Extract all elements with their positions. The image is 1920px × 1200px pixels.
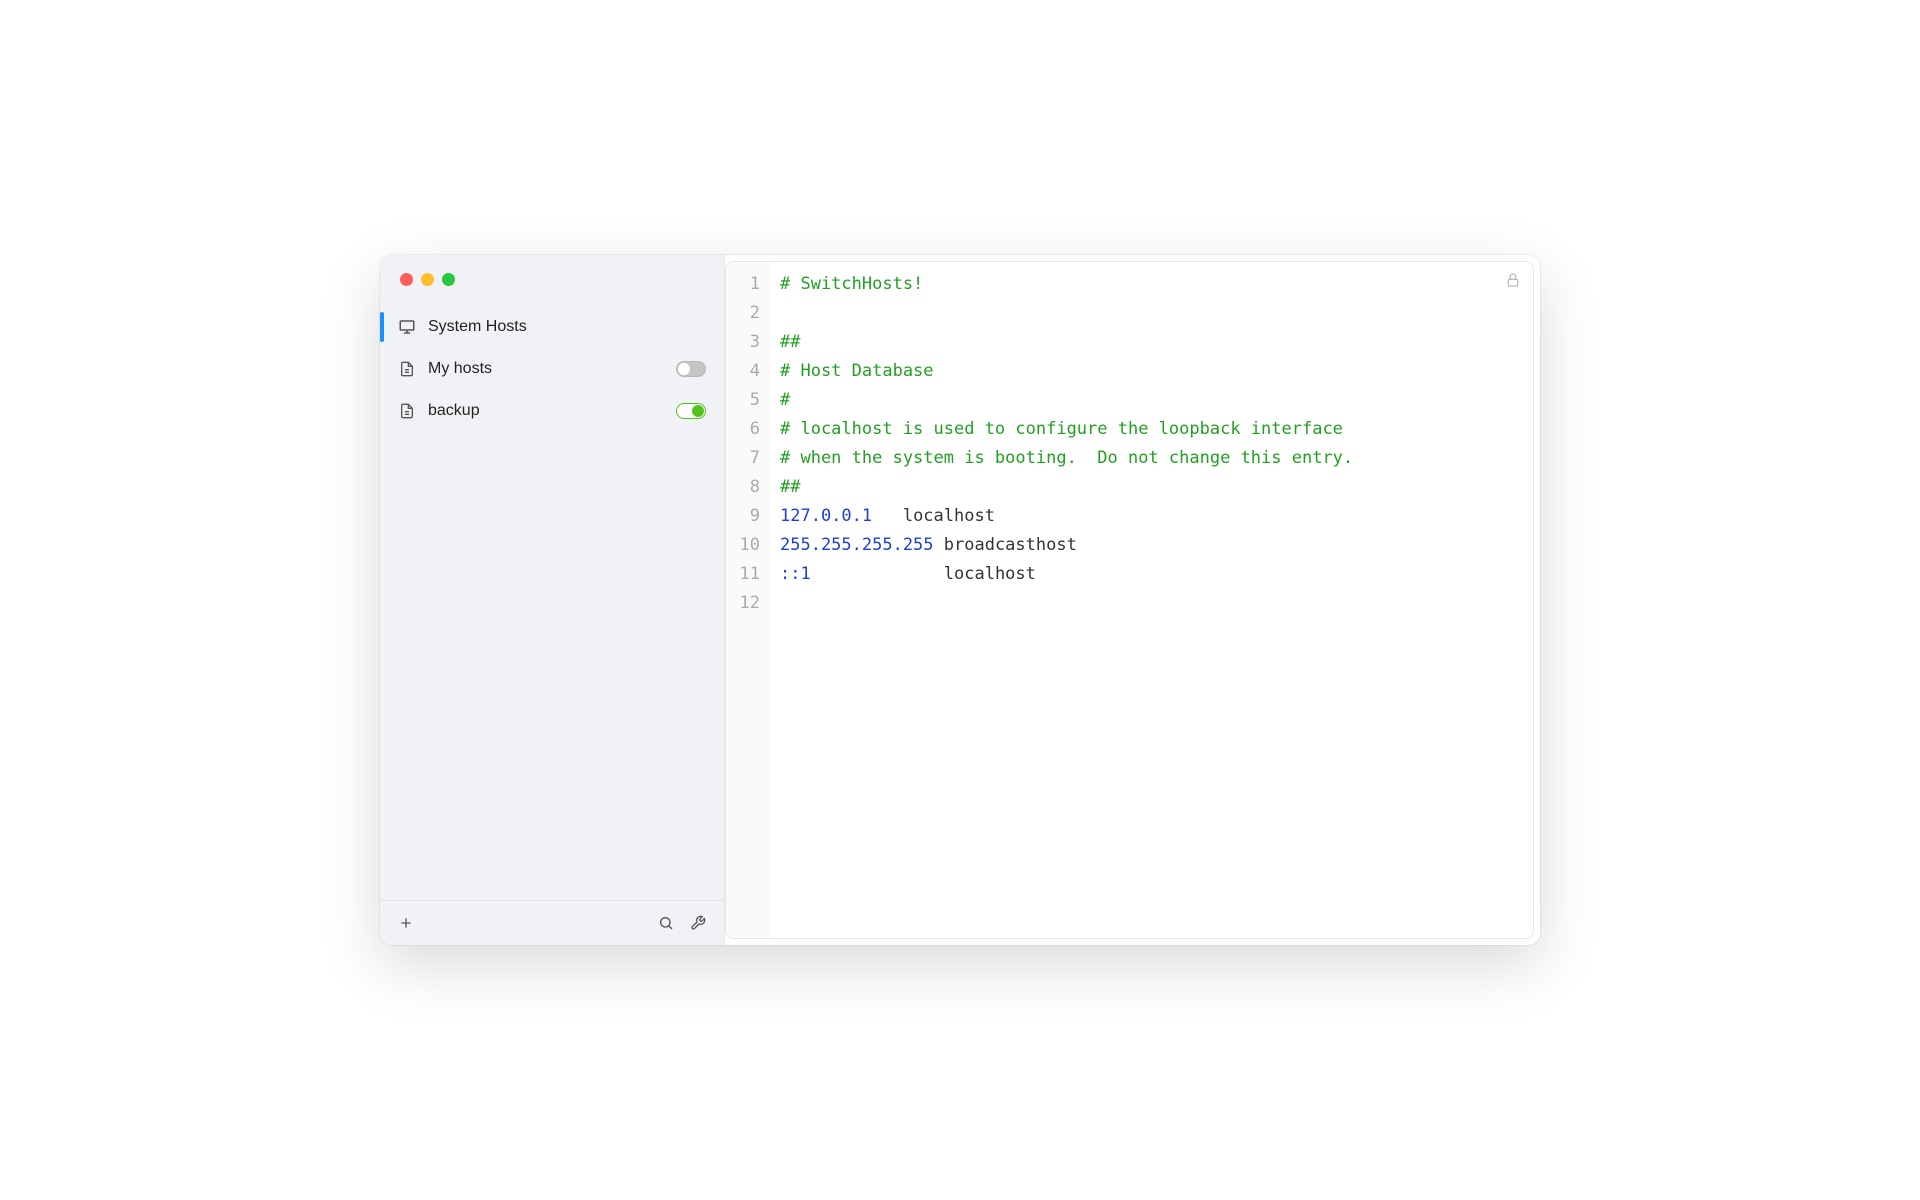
search-button[interactable] <box>654 911 678 935</box>
code-line: # localhost is used to configure the loo… <box>780 415 1533 444</box>
line-number: 10 <box>726 531 770 560</box>
code-line: ::1 localhost <box>780 560 1533 589</box>
window-controls <box>380 255 724 298</box>
line-number: 6 <box>726 415 770 444</box>
code-line: 255.255.255.255 broadcasthost <box>780 531 1533 560</box>
line-number: 11 <box>726 560 770 589</box>
code-line <box>780 589 1533 618</box>
monitor-icon <box>398 318 416 336</box>
maximize-window-button[interactable] <box>442 273 455 286</box>
minimize-window-button[interactable] <box>421 273 434 286</box>
file-icon <box>398 402 416 420</box>
line-number-gutter: 123456789101112 <box>726 262 770 938</box>
line-number: 7 <box>726 444 770 473</box>
code-content[interactable]: # SwitchHosts!### Host Database## localh… <box>770 262 1533 938</box>
editor-pane[interactable]: 123456789101112 # SwitchHosts!### Host D… <box>725 261 1534 939</box>
line-number: 4 <box>726 357 770 386</box>
file-icon <box>398 360 416 378</box>
code-line: ## <box>780 328 1533 357</box>
settings-button[interactable] <box>686 911 710 935</box>
hosts-toggle[interactable] <box>676 403 706 419</box>
line-number: 9 <box>726 502 770 531</box>
sidebar-item-label: backup <box>428 402 664 420</box>
code-line <box>780 299 1533 328</box>
add-button[interactable] <box>394 911 418 935</box>
sidebar-item-backup[interactable]: backup <box>380 390 724 432</box>
line-number: 2 <box>726 299 770 328</box>
code-line: # <box>780 386 1533 415</box>
hosts-toggle[interactable] <box>676 361 706 377</box>
sidebar-item-label: System Hosts <box>428 318 706 336</box>
line-number: 3 <box>726 328 770 357</box>
code-line: ## <box>780 473 1533 502</box>
line-number: 5 <box>726 386 770 415</box>
code-line: # Host Database <box>780 357 1533 386</box>
line-number: 12 <box>726 589 770 618</box>
lock-icon <box>1505 272 1521 288</box>
sidebar: System Hosts My hosts <box>380 255 725 945</box>
app-window: System Hosts My hosts <box>380 255 1540 945</box>
code-line: 127.0.0.1 localhost <box>780 502 1533 531</box>
sidebar-item-system-hosts[interactable]: System Hosts <box>380 306 724 348</box>
line-number: 8 <box>726 473 770 502</box>
line-number: 1 <box>726 270 770 299</box>
close-window-button[interactable] <box>400 273 413 286</box>
sidebar-item-label: My hosts <box>428 360 664 378</box>
code-line: # when the system is booting. Do not cha… <box>780 444 1533 473</box>
code-line: # SwitchHosts! <box>780 270 1533 299</box>
sidebar-footer <box>380 900 724 945</box>
hosts-list: System Hosts My hosts <box>380 298 724 900</box>
sidebar-item-my-hosts[interactable]: My hosts <box>380 348 724 390</box>
